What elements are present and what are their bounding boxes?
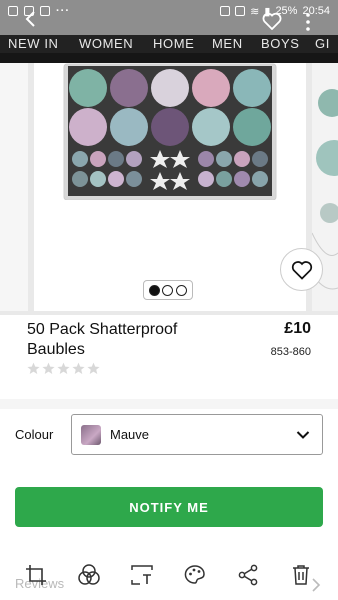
nav-item-men[interactable]: MEN: [212, 35, 243, 53]
gallery-icon: [8, 6, 18, 16]
status-bar: ··· ≋ ▮ 25% 20:54: [0, 0, 338, 22]
colour-selected-value: Mauve: [110, 427, 150, 442]
pager-dot-2[interactable]: [162, 284, 174, 296]
crop-rotate-icon[interactable]: [24, 563, 48, 587]
share-icon[interactable]: [236, 563, 260, 587]
star-icon: [42, 362, 55, 375]
clock: 20:54: [302, 5, 330, 17]
screenshot-toolbar: [0, 563, 338, 593]
document-icon: [40, 6, 50, 16]
nav-item-boys[interactable]: BOYS: [261, 35, 300, 53]
pager-dot-1[interactable]: [149, 284, 161, 296]
star-icon: [72, 362, 85, 375]
chevron-down-icon: [296, 431, 310, 439]
nav-item-girls[interactable]: GI: [315, 35, 330, 53]
save-to-favourites-button[interactable]: [280, 248, 323, 291]
previous-image-peek[interactable]: [0, 63, 28, 311]
product-title: 50 Pack Shatterproof Baubles: [27, 321, 178, 358]
product-code: 853-860: [270, 346, 311, 358]
signal-icon: ▮: [264, 5, 271, 18]
notify-me-button[interactable]: NOTIFY ME: [15, 487, 323, 527]
star-icon: [87, 362, 100, 375]
category-nav: NEW IN WOMEN HOME MEN BOYS GI: [0, 35, 338, 63]
overlap-circles-icon[interactable]: [77, 563, 101, 587]
wifi-icon: ≋: [250, 5, 260, 18]
rating-stars[interactable]: [27, 362, 100, 375]
star-icon: [57, 362, 70, 375]
colour-dropdown[interactable]: Mauve: [71, 414, 323, 455]
product-price: £10: [284, 320, 311, 337]
baubles-box-image: [63, 63, 277, 200]
colour-label: Colour: [15, 427, 54, 442]
colour-swatch: [81, 424, 101, 445]
image-icon: [24, 6, 34, 16]
trash-icon[interactable]: [289, 563, 313, 587]
image-pager[interactable]: [143, 280, 193, 300]
vibrate-icon: [235, 6, 246, 16]
heart-icon: [291, 260, 312, 280]
nav-item-home[interactable]: HOME: [153, 35, 194, 53]
more-notifications-icon: ···: [56, 5, 70, 17]
nav-item-women[interactable]: WOMEN: [79, 35, 133, 53]
pager-dot-3[interactable]: [175, 284, 187, 296]
section-divider: [0, 399, 338, 409]
battery-level: 25%: [275, 5, 298, 17]
palette-icon[interactable]: [183, 563, 207, 587]
star-icon: [27, 362, 40, 375]
alarm-icon: [220, 6, 231, 16]
nav-item-new-in[interactable]: NEW IN: [8, 35, 59, 53]
text-select-icon[interactable]: [130, 563, 154, 587]
